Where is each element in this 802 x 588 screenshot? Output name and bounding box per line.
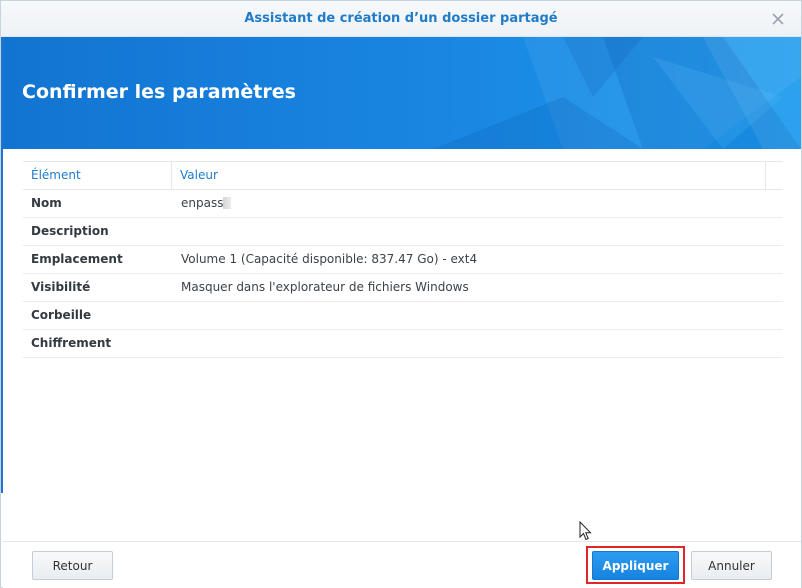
row-key: Nom [31, 196, 62, 210]
table-row: Nom enpass [23, 190, 783, 218]
apply-button[interactable]: Appliquer [592, 551, 679, 580]
cancel-button[interactable]: Annuler [691, 551, 772, 580]
row-value: Masquer dans l'explorateur de fichiers W… [181, 280, 469, 294]
row-value [173, 330, 783, 357]
row-key: Visibilité [31, 280, 91, 294]
row-key: Emplacement [31, 252, 123, 266]
row-key: Corbeille [31, 308, 92, 322]
close-icon[interactable] [769, 10, 787, 28]
row-value-text: enpass [181, 196, 224, 210]
settings-summary-table: Élément Valeur Nom enpass Description Em… [23, 161, 783, 358]
row-key: Chiffrement [31, 336, 112, 350]
column-header-element[interactable]: Élément [23, 162, 172, 189]
table-row: Description [23, 218, 783, 246]
row-value [173, 302, 783, 329]
row-value [173, 218, 783, 245]
column-header-spacer [765, 162, 783, 189]
back-button[interactable]: Retour [32, 551, 113, 580]
mouse-pointer-icon [579, 520, 593, 545]
table-row: Visibilité Masquer dans l'explorateur de… [23, 274, 783, 302]
row-key: Description [31, 224, 109, 238]
table-row: Chiffrement [23, 330, 783, 358]
table-header: Élément Valeur [23, 162, 783, 190]
shared-folder-wizard-dialog: Assistant de création d’un dossier parta… [0, 0, 802, 588]
page-heading: Confirmer les paramètres [22, 81, 296, 103]
wizard-banner: Confirmer les paramètres [3, 37, 801, 149]
window-title: Assistant de création d’un dossier parta… [244, 11, 558, 26]
redaction-mark [223, 197, 232, 209]
table-row: Corbeille [23, 302, 783, 330]
row-value: Volume 1 (Capacité disponible: 837.47 Go… [181, 252, 478, 266]
row-value: enpass [173, 190, 783, 217]
dialog-footer: Retour Appliquer Annuler [3, 541, 801, 588]
column-header-value[interactable]: Valeur [172, 162, 765, 189]
table-row: Emplacement Volume 1 (Capacité disponibl… [23, 246, 783, 274]
titlebar: Assistant de création d’un dossier parta… [1, 1, 801, 37]
